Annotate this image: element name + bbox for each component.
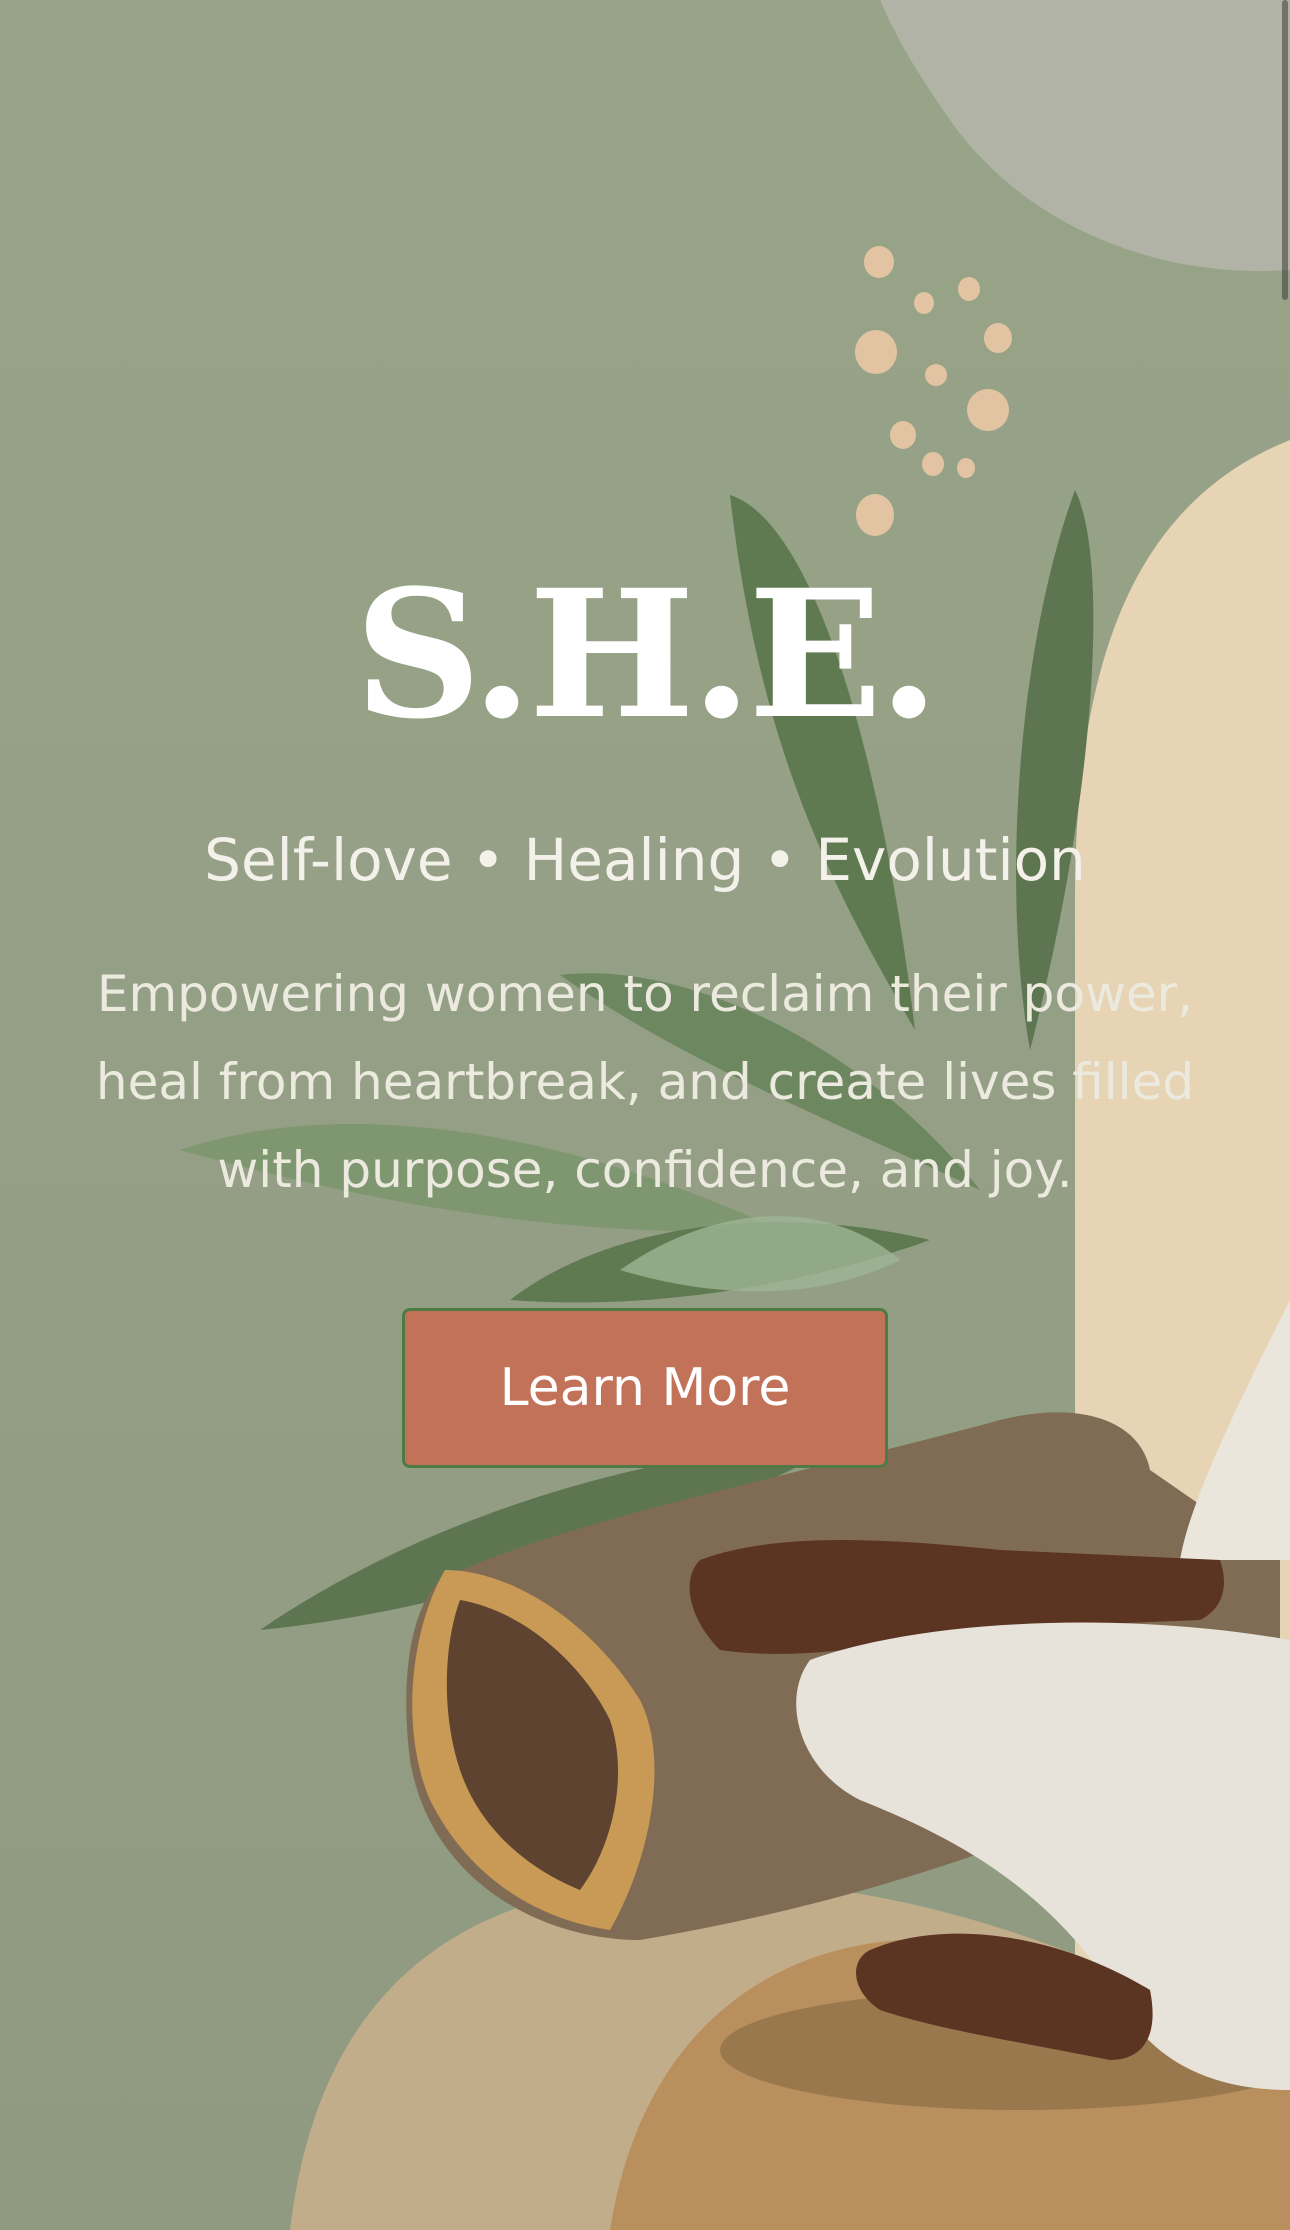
hero-section: S.H.E. Self-love • Healing • Evolution E… [0, 0, 1290, 2230]
hero-content: S.H.E. Self-love • Healing • Evolution E… [0, 0, 1290, 2230]
hero-description: Empowering women to reclaim their power,… [95, 965, 1195, 1199]
learn-more-button[interactable]: Learn More [402, 1308, 888, 1468]
tagline: Self-love • Healing • Evolution [204, 826, 1086, 894]
page-title: S.H.E. [354, 551, 939, 758]
